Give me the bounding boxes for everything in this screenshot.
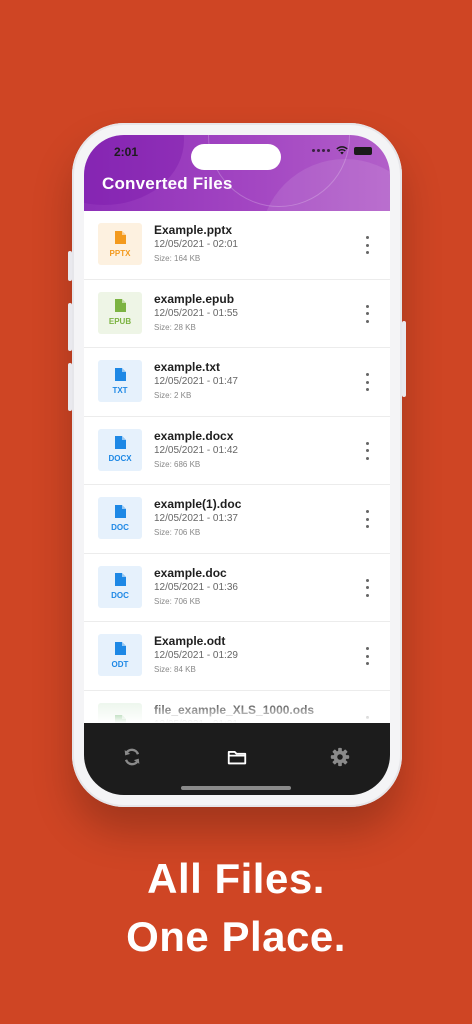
file-date: 12/05/2021 - 01:37 xyxy=(154,513,238,524)
file-name: Example.pptx xyxy=(154,223,233,237)
document-icon xyxy=(114,436,126,449)
file-type-icon: TXT xyxy=(98,360,142,402)
status-icons xyxy=(312,146,372,155)
file-type-icon: DOC xyxy=(98,497,142,539)
file-name: example.doc xyxy=(154,565,227,580)
side-button xyxy=(68,303,72,351)
document-icon xyxy=(114,714,126,723)
file-extension-label: PPTX xyxy=(109,248,131,258)
refresh-icon xyxy=(124,748,140,766)
file-type-icon: DOCX xyxy=(98,428,142,471)
file-row[interactable]: PPTX Example.pptx 12/05/2021 - 02:01 Size: … xyxy=(84,211,390,280)
more-options-icon[interactable] xyxy=(363,715,371,724)
file-size: Size: 686 KB xyxy=(154,459,201,469)
file-size: Size: 706 KB xyxy=(154,596,201,606)
signal-icon xyxy=(312,149,330,152)
file-type-icon: PPTX xyxy=(98,223,142,265)
file-name: example.txt xyxy=(154,360,221,374)
more-options-icon[interactable] xyxy=(363,304,371,323)
tagline-line-2: One Place. xyxy=(126,913,346,960)
file-extension-label: ODT xyxy=(111,659,129,669)
document-icon xyxy=(114,367,126,381)
file-name: Example.odt xyxy=(154,634,226,648)
file-extension-label: DOCX xyxy=(108,454,132,463)
dynamic-island xyxy=(191,144,281,170)
file-extension-label: DOC xyxy=(111,522,129,532)
file-date: 12/05/2021 - 02:01 xyxy=(154,239,238,250)
more-options-icon[interactable] xyxy=(363,578,371,597)
file-row[interactable]: DOC example(1).doc 12/05/2021 - 01:37 Size:… xyxy=(84,485,390,554)
file-size: Size: 28 KB xyxy=(154,322,196,332)
document-icon xyxy=(114,299,126,312)
more-options-icon[interactable] xyxy=(363,373,371,391)
status-time: 2:01 xyxy=(114,145,139,159)
file-date: 12/05/2021 - 01:47 xyxy=(154,376,238,387)
file-row[interactable]: EPUB example.epub 12/05/2021 - 01:55 Size: … xyxy=(84,280,390,348)
more-options-icon[interactable] xyxy=(363,647,371,665)
file-date: 12/05/2021 - 01:29 xyxy=(154,650,238,661)
folder-icon xyxy=(227,751,247,765)
file-date: 12/05/2021 - 01:36 xyxy=(154,581,238,593)
file-size: Size: 84 KB xyxy=(154,665,196,674)
bottom-tab-bar xyxy=(84,723,390,795)
more-options-icon[interactable] xyxy=(363,510,371,528)
app-header: 2:01 Converted Files xyxy=(84,135,390,211)
file-extension-label: EPUB xyxy=(108,317,132,326)
file-type-icon xyxy=(98,702,142,723)
document-icon xyxy=(114,230,126,244)
file-row[interactable]: DOC example.doc 12/05/2021 - 01:36 Size: 70… xyxy=(84,554,390,622)
file-size: Size: 706 KB xyxy=(154,528,201,537)
tab-files[interactable] xyxy=(223,743,251,771)
file-date: 12/05/2021 - 01:42 xyxy=(154,444,238,456)
phone-frame: 2:01 Converted Files PPTX Example.pptx 12/… xyxy=(68,123,406,807)
file-size: Size: 2 KB xyxy=(154,391,192,400)
file-name: example(1).doc xyxy=(154,497,242,511)
file-extension-label: DOC xyxy=(111,591,129,600)
file-row[interactable]: TXT example.txt 12/05/2021 - 01:47 Size: 2 … xyxy=(84,348,390,417)
battery-icon xyxy=(354,146,372,155)
more-options-icon[interactable] xyxy=(363,236,371,254)
file-name: file_example_XLS_1000.ods xyxy=(154,702,315,717)
side-button xyxy=(68,363,72,411)
file-size: Size: 164 KB xyxy=(154,254,201,263)
file-type-icon: EPUB xyxy=(98,291,142,334)
side-button xyxy=(68,251,72,281)
wifi-icon xyxy=(336,146,348,155)
side-button xyxy=(402,321,406,397)
gear-icon xyxy=(330,747,350,767)
file-name: example.docx xyxy=(154,428,234,443)
document-icon xyxy=(114,573,126,586)
file-name: example.epub xyxy=(154,291,235,306)
file-type-icon: DOC xyxy=(98,565,142,608)
page-title: Converted Files xyxy=(102,174,233,193)
file-list: PPTX Example.pptx 12/05/2021 - 02:01 Size: … xyxy=(84,211,390,723)
document-icon xyxy=(114,641,126,655)
home-indicator xyxy=(181,786,291,790)
file-row[interactable]: DOCX example.docx 12/05/2021 - 01:42 Size: … xyxy=(84,417,390,485)
file-type-icon: ODT xyxy=(98,634,142,676)
app-screen: 2:01 Converted Files PPTX Example.pptx 12/… xyxy=(84,135,390,795)
file-row[interactable]: file_example_XLS_1000.ods12/05/2021 - 01… xyxy=(84,691,390,724)
file-row[interactable]: ODT Example.odt 12/05/2021 - 01:29 Size: 84… xyxy=(84,622,390,691)
file-date: 12/05/2021 - 01:55 xyxy=(154,307,238,319)
tab-settings[interactable] xyxy=(326,743,354,771)
file-extension-label: TXT xyxy=(112,385,128,395)
more-options-icon[interactable] xyxy=(363,441,371,460)
tagline: All Files. One Place. xyxy=(0,850,472,966)
document-icon xyxy=(114,504,126,518)
tagline-line-1: All Files. xyxy=(147,855,325,902)
tab-refresh[interactable] xyxy=(118,743,146,771)
